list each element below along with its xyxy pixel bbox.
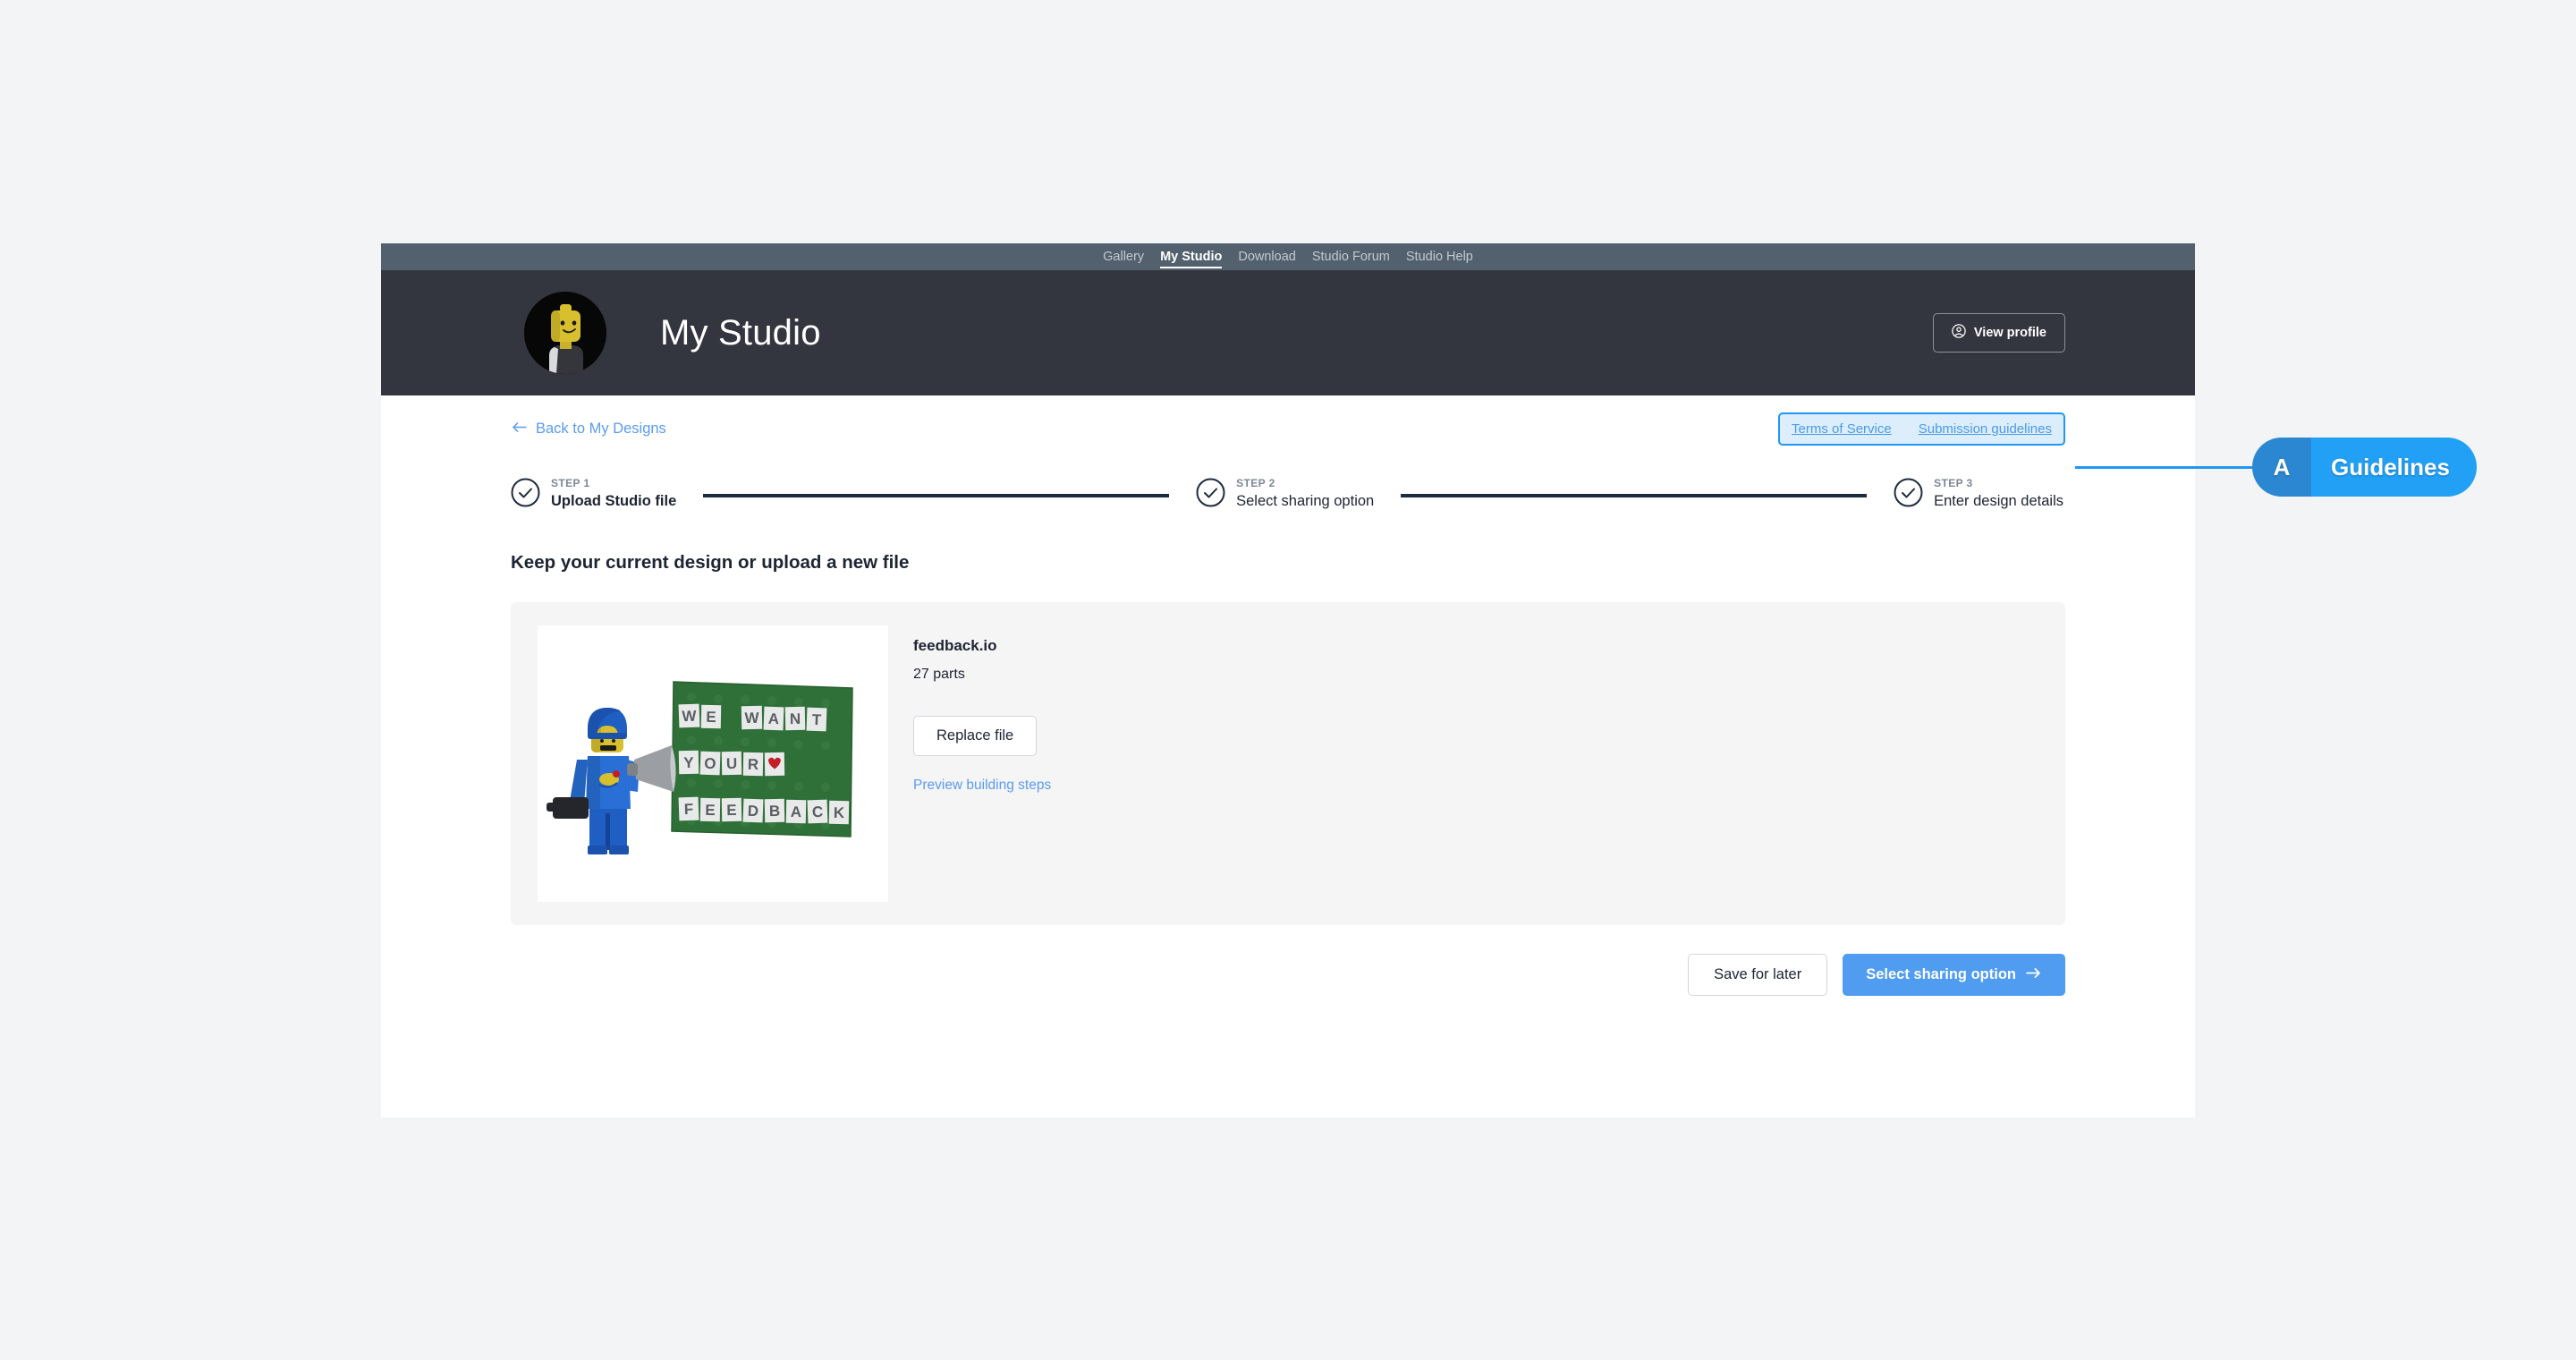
avatar[interactable] [524,292,606,374]
view-profile-button[interactable]: View profile [1932,313,2065,353]
svg-text:W: W [682,708,698,726]
replace-file-button[interactable]: Replace file [913,716,1038,756]
annotation-key-badge: A [2252,438,2311,497]
svg-text:A: A [791,803,802,820]
nav-item-my-studio[interactable]: My Studio [1160,243,1223,270]
nav-item-gallery[interactable]: Gallery [1103,243,1144,270]
svg-text:W: W [744,710,759,727]
file-parts-count: 27 parts [913,667,965,682]
step-2-number: STEP 2 [1236,477,1275,489]
content-body: Back to My Designs Terms of Service Subm… [381,395,2195,1118]
lego-minifigure-megaphone-thumbnail-icon: W E W A N T Y O U R F E E D B A C K [538,625,888,902]
svg-text:E: E [726,802,737,819]
nav-item-studio-help[interactable]: Studio Help [1406,243,1473,270]
check-circle-icon [1894,478,1923,507]
svg-text:D: D [748,803,759,820]
step-connector-2 [1401,493,1868,497]
step-1-title: Upload Studio file [551,493,677,509]
design-thumbnail[interactable]: W E W A N T Y O U R F E E D B A C K [538,625,888,902]
breadcrumb-row: Back to My Designs Terms of Service Subm… [511,395,2065,462]
svg-text:R: R [748,756,759,773]
arrow-right-icon [2025,966,2042,983]
user-circle-icon [1952,324,1966,342]
view-profile-label: View profile [1973,326,2046,340]
arrow-left-icon [511,421,528,438]
nav-item-download[interactable]: Download [1238,243,1296,270]
file-info: feedback.io 27 parts Replace file Previe… [913,625,1051,902]
annotation-callout-guidelines: A Guidelines [2252,438,2477,497]
page-title: My Studio [660,312,821,353]
nav-item-studio-forum[interactable]: Studio Forum [1312,243,1390,270]
section-heading: Keep your current design or upload a new… [511,552,910,573]
svg-text:C: C [812,803,824,820]
step-2[interactable]: STEP 2 Select sharing option [1196,474,1374,511]
lego-minifigure-avatar-icon [524,292,606,374]
step-1-number: STEP 1 [551,477,590,489]
svg-text:E: E [706,709,716,726]
step-3[interactable]: STEP 3 Enter design details [1894,474,2063,511]
select-sharing-option-label: Select sharing option [1866,966,2016,982]
back-link-label: Back to My Designs [536,420,666,437]
step-1[interactable]: STEP 1 Upload Studio file [511,474,676,511]
progress-stepper: STEP 1 Upload Studio file STEP 2 Select … [511,474,2065,511]
svg-text:F: F [683,801,693,818]
top-navigation-bar: Gallery My Studio Download Studio Forum … [381,243,2195,270]
guidelines-links-group: Terms of Service Submission guidelines [1778,412,2065,446]
step-connector-1 [703,493,1170,497]
annotation-connector-line [2075,466,2254,469]
step-3-title: Enter design details [1934,493,2064,509]
svg-text:U: U [726,755,738,772]
svg-text:O: O [704,755,716,772]
terms-of-service-link[interactable]: Terms of Service [1792,421,1892,437]
step-3-number: STEP 3 [1934,477,1973,489]
design-file-card: W E W A N T Y O U R F E E D B A C K feed… [511,602,2065,925]
check-circle-icon [511,478,540,507]
app-window: Gallery My Studio Download Studio Forum … [381,243,2195,1118]
svg-text:K: K [834,804,845,821]
file-name: feedback.io [913,637,997,654]
check-circle-icon [1196,478,1225,507]
step-2-title: Select sharing option [1236,493,1375,509]
back-to-my-designs-link[interactable]: Back to My Designs [511,421,666,438]
footer-actions: Save for later Select sharing option [511,954,2065,996]
svg-text:T: T [811,711,822,728]
annotation-label: Guidelines [2311,438,2477,497]
svg-text:A: A [768,710,780,727]
select-sharing-option-button[interactable]: Select sharing option [1843,954,2065,996]
svg-text:B: B [769,803,781,820]
svg-text:E: E [705,802,716,819]
profile-header: My Studio View profile [381,270,2195,395]
svg-text:Y: Y [683,754,694,771]
svg-text:N: N [790,710,801,727]
preview-building-steps-link[interactable]: Preview building steps [913,778,1051,794]
submission-guidelines-link[interactable]: Submission guidelines [1919,421,2052,437]
save-for-later-button[interactable]: Save for later [1688,954,1828,996]
